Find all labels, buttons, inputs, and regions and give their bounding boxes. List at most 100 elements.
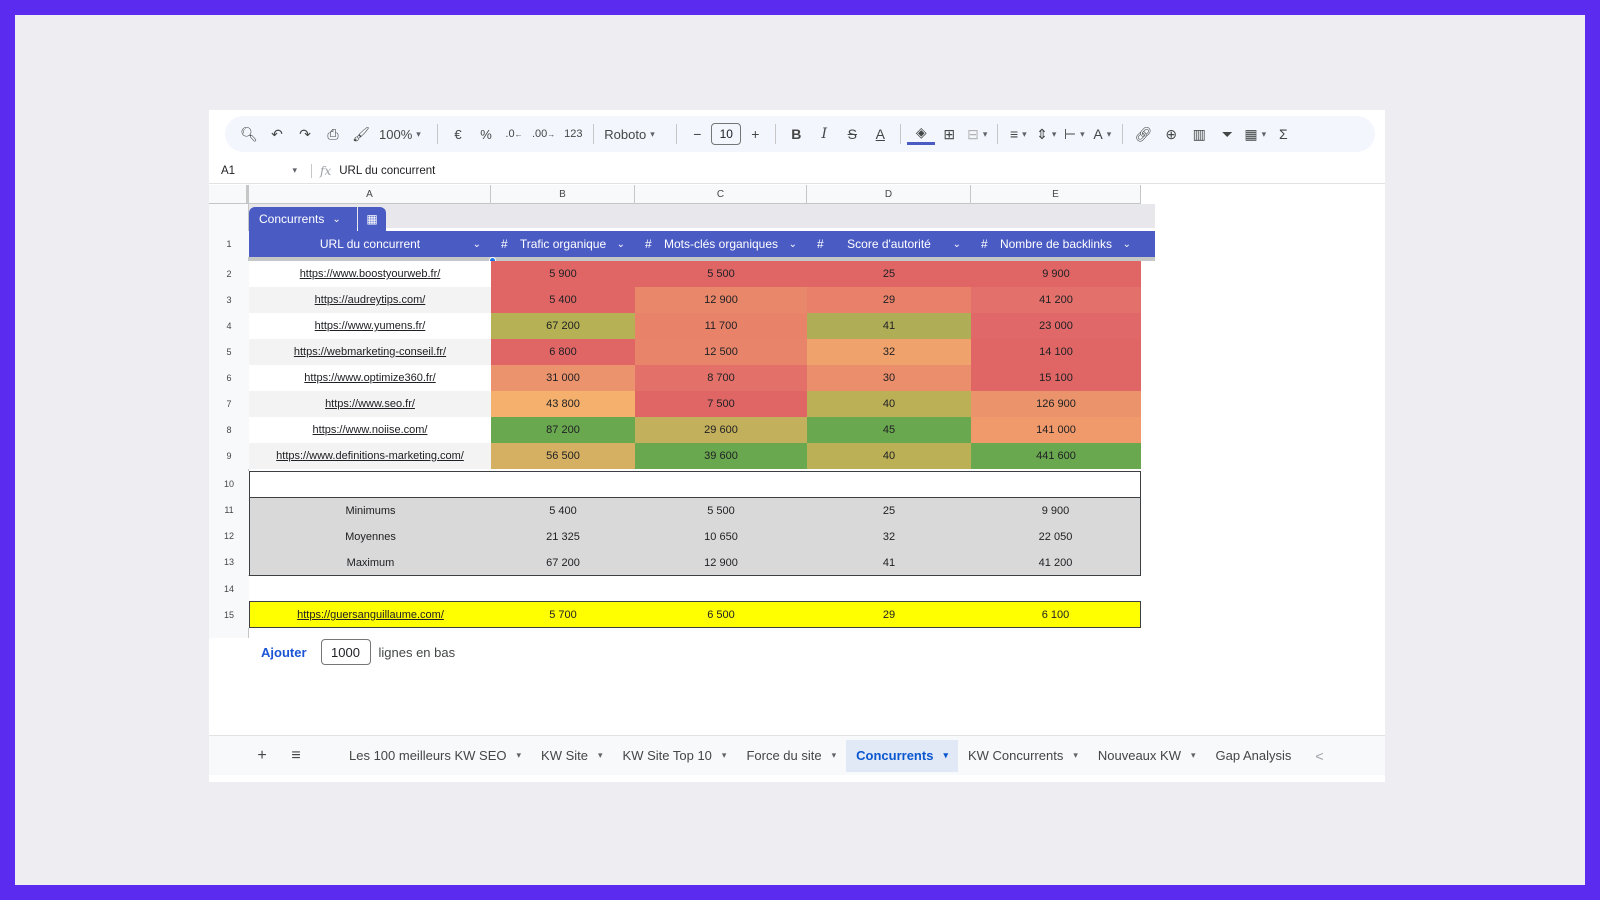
sheet-tab[interactable]: KW Site ▾ — [531, 740, 613, 772]
chevron-down-icon[interactable]: ⌄ — [617, 239, 625, 250]
header-cell-trafic[interactable]: # Trafic organique ⌄ — [491, 231, 635, 257]
summary-score-cell[interactable]: 41 — [807, 550, 971, 575]
paint-format-icon[interactable]: 🖌︎ — [347, 120, 375, 148]
add-rows-count-input[interactable]: 1000 — [320, 639, 371, 665]
mots-cles-cell[interactable]: 39 600 — [635, 443, 807, 469]
header-cell-mots-cles[interactable]: # Mots-clés organiques ⌄ — [635, 231, 807, 257]
score-cell[interactable]: 30 — [807, 365, 971, 391]
increase-font-size-icon[interactable]: + — [741, 120, 769, 148]
zoom-select[interactable]: 100% — [375, 120, 431, 148]
column-header-a[interactable]: A — [249, 185, 491, 204]
column-header-d[interactable]: D — [807, 185, 971, 204]
trafic-cell[interactable]: 87 200 — [491, 417, 635, 443]
chevron-down-icon[interactable]: ▾ — [1191, 750, 1196, 761]
sheet-tab[interactable]: Concurrents ▾ — [846, 739, 958, 772]
chevron-down-icon[interactable]: ⌄ — [1123, 239, 1131, 250]
chevron-down-icon[interactable]: ▾ — [517, 750, 522, 761]
mots-cles-cell[interactable]: 12 900 — [635, 287, 807, 313]
row-header[interactable]: 8 — [209, 417, 249, 443]
row-header[interactable]: 4 — [209, 313, 249, 339]
chevron-down-icon[interactable]: ⌄ — [953, 239, 961, 250]
horizontal-align-icon[interactable]: ≡ — [1004, 120, 1032, 148]
backlinks-cell[interactable]: 15 100 — [971, 365, 1141, 391]
summary-label-cell[interactable]: Minimums — [250, 498, 491, 523]
score-cell[interactable]: 29 — [807, 287, 971, 313]
trafic-cell[interactable]: 31 000 — [491, 365, 635, 391]
url-cell[interactable]: https://www.definitions-marketing.com/ — [249, 443, 491, 469]
percent-format-button[interactable]: % — [472, 120, 500, 148]
url-cell[interactable]: https://audreytips.com/ — [249, 287, 491, 313]
trafic-cell[interactable]: 56 500 — [491, 443, 635, 469]
insert-comment-icon[interactable]: ⊕ — [1157, 120, 1185, 148]
own-site-backlinks-cell[interactable]: 6 100 — [971, 602, 1140, 628]
url-cell[interactable]: https://webmarketing-conseil.fr/ — [249, 339, 491, 365]
row-header[interactable]: 7 — [209, 391, 249, 417]
url-cell[interactable]: https://www.yumens.fr/ — [249, 313, 491, 339]
row-header[interactable]: 10 — [209, 471, 249, 497]
own-site-trafic-cell[interactable]: 5 700 — [491, 602, 635, 628]
score-cell[interactable]: 32 — [807, 339, 971, 365]
sheet-tab[interactable]: Gap Analysis — [1206, 740, 1302, 772]
backlinks-cell[interactable]: 41 200 — [971, 287, 1141, 313]
own-site-mots-cell[interactable]: 6 500 — [635, 602, 807, 628]
row-header[interactable]: 6 — [209, 365, 249, 391]
vertical-align-icon[interactable]: ⇕ — [1032, 120, 1060, 148]
name-box[interactable]: A1 ▾ — [209, 165, 297, 177]
score-cell[interactable]: 41 — [807, 313, 971, 339]
mots-cles-cell[interactable]: 11 700 — [635, 313, 807, 339]
summary-label-cell[interactable]: Moyennes — [250, 524, 491, 549]
chevron-down-icon[interactable]: ⌄ — [789, 239, 797, 250]
mots-cles-cell[interactable]: 8 700 — [635, 365, 807, 391]
summary-mots-cell[interactable]: 5 500 — [635, 498, 807, 523]
functions-button[interactable]: Σ — [1269, 120, 1297, 148]
all-sheets-icon[interactable]: ≡ — [279, 747, 313, 765]
chevron-down-icon[interactable]: ▾ — [722, 750, 727, 761]
row-header[interactable]: 14 — [209, 576, 249, 601]
decrease-font-size-icon[interactable]: − — [683, 120, 711, 148]
url-cell[interactable]: https://www.optimize360.fr/ — [249, 365, 491, 391]
chevron-down-icon[interactable]: ⌄ — [473, 239, 481, 250]
font-size-input[interactable]: 10 — [711, 123, 742, 145]
summary-backlinks-cell[interactable]: 22 050 — [971, 524, 1140, 549]
summary-trafic-cell[interactable]: 67 200 — [491, 550, 635, 575]
italic-button[interactable]: I — [810, 120, 838, 148]
mots-cles-cell[interactable]: 29 600 — [635, 417, 807, 443]
row-header[interactable]: 5 — [209, 339, 249, 365]
insert-chart-icon[interactable]: ▥ — [1185, 120, 1213, 148]
strikethrough-button[interactable]: S — [838, 120, 866, 148]
summary-mots-cell[interactable]: 10 650 — [635, 524, 807, 549]
table-view-icon[interactable]: ▦ — [1241, 120, 1269, 148]
row-header[interactable]: 9 — [209, 443, 249, 469]
url-cell[interactable]: https://www.noiise.com/ — [249, 417, 491, 443]
backlinks-cell[interactable]: 23 000 — [971, 313, 1141, 339]
mots-cles-cell[interactable]: 5 500 — [635, 261, 807, 287]
backlinks-cell[interactable]: 441 600 — [971, 443, 1141, 469]
redo-icon[interactable]: ↷ — [291, 120, 319, 148]
sheet-tab[interactable]: KW Concurrents ▾ — [958, 740, 1088, 772]
summary-label-cell[interactable]: Maximum — [250, 550, 491, 575]
font-select[interactable]: Roboto — [600, 120, 670, 148]
summary-backlinks-cell[interactable]: 41 200 — [971, 550, 1140, 575]
trafic-cell[interactable]: 5 400 — [491, 287, 635, 313]
search-icon[interactable]: 🔍︎ — [235, 120, 263, 148]
row-header[interactable]: 15 — [209, 601, 249, 628]
filter-icon[interactable]: ⏷ — [1213, 120, 1241, 148]
formula-input[interactable]: URL du concurrent — [339, 165, 435, 177]
decrease-decimal-button[interactable]: .0 ← — [500, 120, 528, 148]
mots-cles-cell[interactable]: 7 500 — [635, 391, 807, 417]
own-site-url-cell[interactable]: https://guersanguillaume.com/ — [250, 602, 491, 628]
add-sheet-icon[interactable]: + — [245, 747, 279, 765]
row-header[interactable]: 2 — [209, 261, 249, 287]
borders-icon[interactable]: ⊞ — [935, 120, 963, 148]
trafic-cell[interactable]: 5 900 — [491, 261, 635, 287]
summary-mots-cell[interactable]: 12 900 — [635, 550, 807, 575]
own-site-score-cell[interactable]: 29 — [807, 602, 971, 628]
sheet-tab[interactable]: KW Site Top 10 ▾ — [613, 740, 737, 772]
summary-backlinks-cell[interactable]: 9 900 — [971, 498, 1140, 523]
increase-decimal-button[interactable]: .00 → — [528, 120, 559, 148]
summary-trafic-cell[interactable]: 21 325 — [491, 524, 635, 549]
chevron-down-icon[interactable]: ▾ — [832, 750, 837, 761]
summary-score-cell[interactable]: 25 — [807, 498, 971, 523]
chevron-down-icon[interactable]: ▾ — [598, 750, 603, 761]
summary-score-cell[interactable]: 32 — [807, 524, 971, 549]
